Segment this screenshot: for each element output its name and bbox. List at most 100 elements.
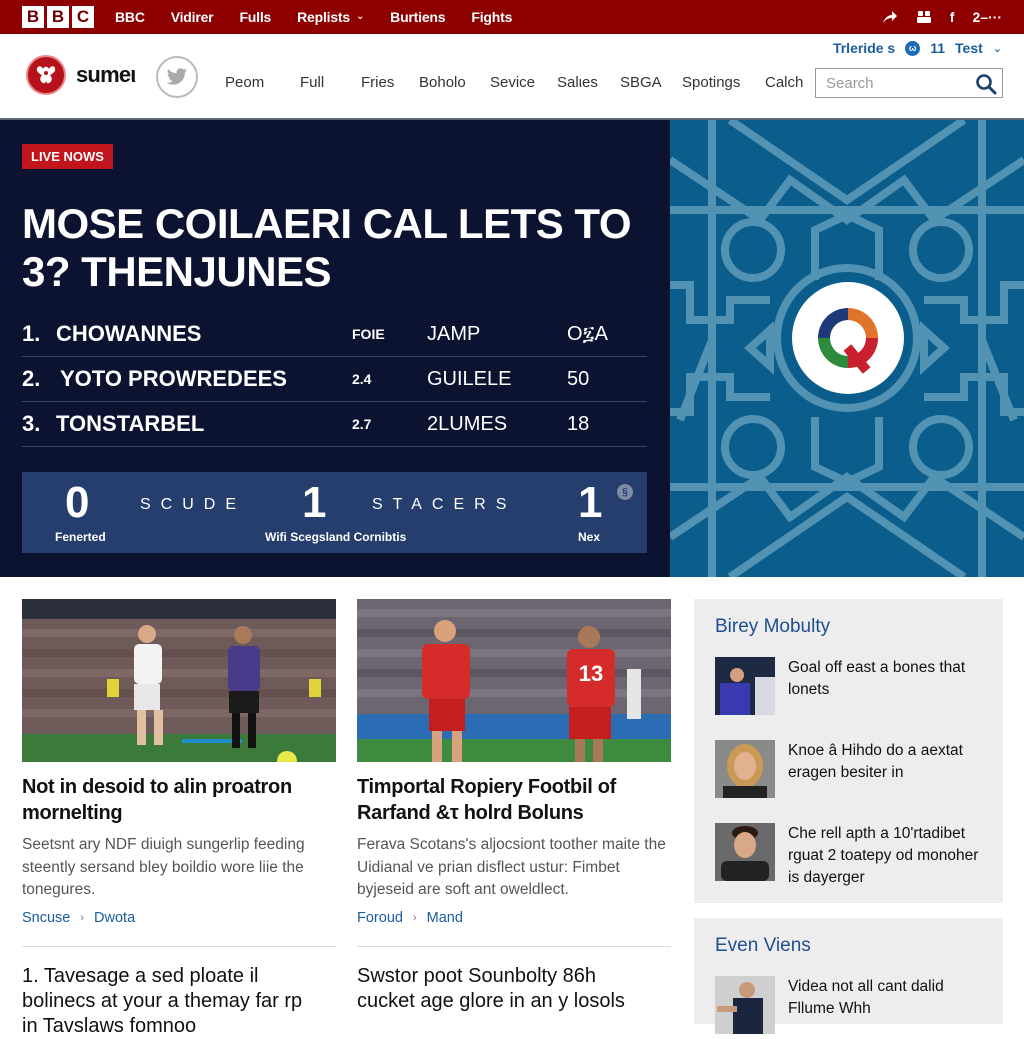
standing-col1: 2.4 xyxy=(352,371,372,387)
chevron-down-icon[interactable]: ⌄ xyxy=(993,42,1002,55)
top-nav-item[interactable]: Fights xyxy=(471,9,512,25)
people-icon[interactable] xyxy=(916,10,932,24)
score-middle: 1 xyxy=(302,478,327,527)
bbc-logo-letter: B xyxy=(22,5,44,28)
hero-pattern-panel xyxy=(670,120,1024,577)
notification-count: 11 xyxy=(930,40,946,56)
score-middle-label: Wifi Scegsland Cornibtis xyxy=(265,530,407,544)
user-menu-label[interactable]: Test xyxy=(955,40,983,56)
standing-rank: 1. xyxy=(22,321,41,346)
standings-row[interactable]: 3. TONSTARBEL 2.7 2LUMES 18 xyxy=(22,402,647,447)
standing-rank: 2. xyxy=(22,366,41,391)
site-logo-text[interactable]: sumeι xyxy=(76,62,136,88)
main-nav-item[interactable]: Peom xyxy=(225,74,300,91)
search-icon[interactable] xyxy=(975,73,997,100)
football-match-image[interactable]: 13 xyxy=(357,599,671,762)
sidebar-story-title: Goal off east a bones that lonets xyxy=(788,659,966,698)
chevron-right-icon: › xyxy=(80,911,85,924)
woman-portrait-thumb xyxy=(715,740,775,798)
chevron-down-icon: ⌄ xyxy=(355,11,365,22)
standing-rank: 3. xyxy=(22,411,41,436)
search-box xyxy=(815,68,1003,98)
card-tag-link[interactable]: Dwota xyxy=(94,910,135,926)
score-left: 0 xyxy=(65,478,90,527)
top-nav-item-dropdown[interactable]: Replists ⌄ xyxy=(297,9,364,25)
sidebar-heading: Even Viens xyxy=(715,935,811,956)
standings-table: 1. CHOWANNES FOIE JAMP O፯A 2. YOTO PROWR… xyxy=(22,312,647,447)
main-nav: Peom Full Fries Boholo Sevice Salιes SBG… xyxy=(225,74,815,91)
util-link[interactable]: Trleride s xyxy=(833,40,895,56)
main-nav-item[interactable]: Fries xyxy=(361,74,419,91)
card-headline[interactable]: Timportal Ropiery Footbil of Rarfand &τ … xyxy=(357,774,671,826)
standing-col3: 18 xyxy=(567,412,590,435)
card-tags: Foroud › Mand xyxy=(357,910,671,926)
football-match-image[interactable] xyxy=(22,599,336,762)
bbc-logo-letter: C xyxy=(72,5,94,28)
standing-col1: FOIE xyxy=(352,326,385,342)
standing-team: CHOWANNES xyxy=(56,321,202,346)
bbc-logo[interactable]: B B C xyxy=(22,5,94,28)
search-input[interactable] xyxy=(816,74,966,92)
standing-team: TONSTARBEL xyxy=(56,411,205,436)
man-portrait-thumb xyxy=(715,823,775,881)
live-badge[interactable]: LIVE NOWS xyxy=(22,144,113,169)
more-menu[interactable]: 2–··· xyxy=(972,9,1002,25)
main-nav-item[interactable]: Spotings xyxy=(682,74,765,91)
card-summary: Seetsnt ary NDF diuigh sungerlip feeding… xyxy=(22,836,305,898)
standing-col2: GUILELE xyxy=(427,367,512,390)
story-link[interactable]: 1. Tavesage a sed ploate il bolinecs at … xyxy=(22,964,322,1039)
main-nav-item[interactable]: Boholo xyxy=(419,74,490,91)
standing-col3: 50 xyxy=(567,367,590,390)
hero-headline[interactable]: MOSE COILAERI CAL LETS TO 3? THENJUNES xyxy=(22,200,662,296)
card-tags: Sncuse › Dwota xyxy=(22,910,336,926)
main-nav-item[interactable]: Full xyxy=(300,74,361,91)
main-nav-item[interactable]: Calch xyxy=(765,74,815,91)
sidebar-story-title: Che rell apth a 10'rtadibet rguat 2 toat… xyxy=(788,825,979,886)
player-action-thumb xyxy=(715,976,775,1034)
share-arrow-icon[interactable] xyxy=(882,10,898,24)
q-emblem-icon[interactable] xyxy=(792,282,904,394)
card-tag-link[interactable]: Sncuse xyxy=(22,910,70,926)
standings-row[interactable]: 2. YOTO PROWREDEES 2.4 GUILELE 50 xyxy=(22,357,647,402)
chevron-right-icon: › xyxy=(412,911,417,924)
sidebar-most-popular: Birey Mobulty Goal off east a bones that… xyxy=(694,599,1003,903)
card-summary: Ferava Scotans's aljocsiont toother mait… xyxy=(357,836,666,898)
top-bar-actions: f 2–··· xyxy=(882,0,1002,34)
standing-col2: JAMP xyxy=(427,322,481,345)
standing-col3: O፯A xyxy=(567,322,609,345)
bbc-logo-letter: B xyxy=(47,5,69,28)
top-nav-item[interactable]: Burtiens xyxy=(390,9,445,25)
live-scoreboard[interactable]: 0 Fenerted SCUDE 1 Wifi Scegsland Cornib… xyxy=(22,472,647,553)
hero-panel: LIVE NOWS MOSE COILAERI CAL LETS TO 3? T… xyxy=(0,120,670,577)
divider xyxy=(22,946,336,947)
info-icon[interactable]: § xyxy=(617,484,633,500)
standings-row[interactable]: 1. CHOWANNES FOIE JAMP O፯A xyxy=(22,312,647,357)
card-headline[interactable]: Not in desoid to alin proatron morneltin… xyxy=(22,774,336,826)
story-link[interactable]: Swstor poot Sounbolty 86h cucket age glo… xyxy=(357,964,657,1014)
news-card[interactable]: 13 Timportal Ropiery Footbil of Rarfand … xyxy=(357,599,671,926)
top-nav-item[interactable]: Vidirer xyxy=(171,9,214,25)
player-celebrating-thumb xyxy=(715,657,775,715)
card-tag-link[interactable]: Foroud xyxy=(357,910,403,926)
score-left-label: Fenerted xyxy=(55,530,106,544)
crest-logo-icon[interactable] xyxy=(26,55,66,95)
top-navigation-bar: B B C BBC Vidirer Fulls Replists ⌄ Burtie… xyxy=(0,0,1024,34)
top-nav: BBC Vidirer Fulls Replists ⌄ Burtiens Fig… xyxy=(115,9,538,25)
notification-badge-icon[interactable]: ω xyxy=(905,40,921,56)
score-label-1: SCUDE xyxy=(140,496,247,513)
standing-col2: 2LUMES xyxy=(427,412,508,435)
main-nav-item[interactable]: Sevice xyxy=(490,74,557,91)
news-card[interactable]: Not in desoid to alin proatron morneltin… xyxy=(22,599,336,926)
utility-links: Trleride s ω 11 Test ⌄ xyxy=(833,40,1002,56)
standing-col1: 2.7 xyxy=(352,416,372,432)
main-nav-item[interactable]: Salιes xyxy=(557,74,620,91)
standing-team: YOTO PROWREDEES xyxy=(60,366,287,391)
card-tag-link[interactable]: Mand xyxy=(427,910,463,926)
twitter-icon[interactable] xyxy=(156,56,198,98)
main-nav-item[interactable]: SBGA xyxy=(620,74,682,91)
sidebar-videos: Even Viens Videa not all cant dalid Fllu… xyxy=(694,918,1003,1034)
score-label-2: STACERS xyxy=(372,496,517,513)
top-nav-item[interactable]: BBC xyxy=(115,9,145,25)
top-nav-item[interactable]: Fulls xyxy=(239,9,271,25)
facebook-icon[interactable]: f xyxy=(950,9,955,25)
